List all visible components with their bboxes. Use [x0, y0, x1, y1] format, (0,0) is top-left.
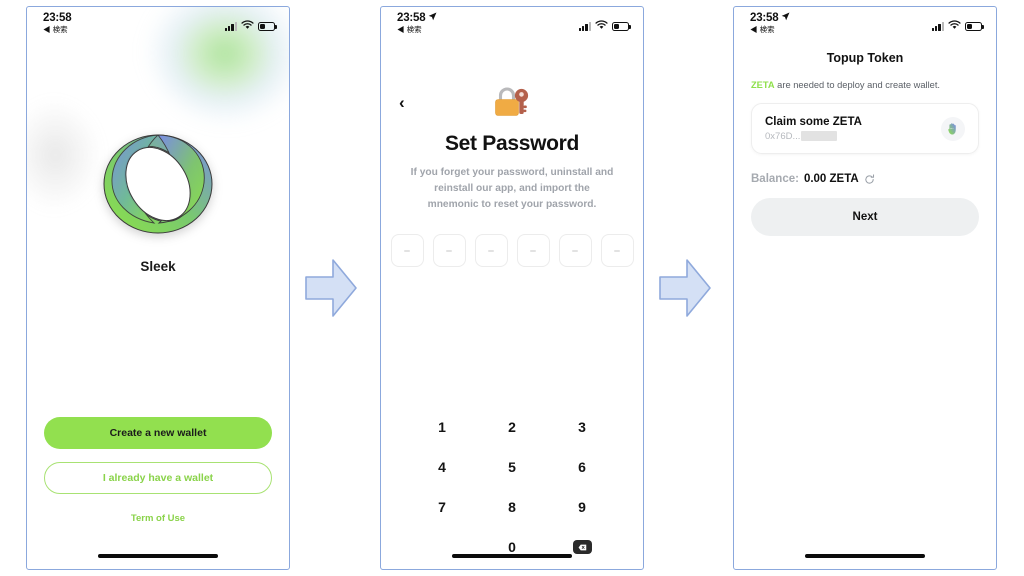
pin-input-row	[381, 234, 643, 268]
keypad-key-7[interactable]: 7	[407, 487, 477, 527]
status-bar: 23:58 ◀ 検索	[27, 7, 289, 41]
pin-placeholder-dash	[530, 249, 536, 252]
status-bar-back-label[interactable]: ◀ 検索	[750, 24, 790, 35]
pin-placeholder-dash	[404, 249, 410, 252]
pin-digit-5[interactable]	[600, 234, 634, 268]
pin-placeholder-dash	[614, 249, 620, 252]
keypad-key-3[interactable]: 3	[547, 407, 617, 447]
claim-card-address-row: 0x76D...	[765, 131, 862, 142]
claim-zeta-card[interactable]: Claim some ZETA 0x76D...	[751, 103, 979, 155]
welcome-actions: Create a new wallet I already have a wal…	[44, 417, 272, 524]
status-bar-left: 23:58 ◀ 検索	[750, 12, 790, 35]
topup-token-body: Topup Token ZETA are needed to deploy an…	[734, 51, 996, 569]
battery-icon	[965, 21, 984, 31]
screen-welcome: 23:58 ◀ 検索 Sleek Create a new wallet I a…	[27, 7, 289, 569]
home-indicator	[805, 554, 925, 558]
battery-icon	[258, 21, 277, 31]
lock-and-key-icon	[381, 83, 643, 126]
wifi-icon	[595, 17, 608, 35]
location-arrow-icon	[428, 12, 437, 24]
welcome-body: Sleek Create a new wallet I already have…	[27, 41, 289, 569]
screen-topup-token: 23:58 ◀ 検索 Topup Token ZETA are needed t…	[734, 7, 996, 569]
back-button[interactable]: ‹	[393, 92, 411, 113]
keypad-key-5[interactable]: 5	[477, 447, 547, 487]
flow-arrow-1	[303, 257, 359, 319]
balance-value: 0.00 ZETA	[803, 173, 859, 186]
chevron-left-icon: ‹	[399, 93, 405, 112]
phone-screen-topup-token: 23:58 ◀ 検索 Topup Token ZETA are needed t…	[733, 6, 997, 570]
pin-digit-1[interactable]	[432, 234, 466, 268]
status-bar-left: 23:58 ◀ 検索	[43, 12, 72, 35]
pin-digit-0[interactable]	[390, 234, 424, 268]
status-bar-time-text: 23:58	[750, 12, 779, 24]
status-bar-clock: 23:58	[397, 12, 437, 24]
set-password-body: ‹ Set Password If you forget your passwo…	[381, 83, 643, 569]
status-bar-time-text: 23:58	[43, 12, 72, 24]
page-title: Topup Token	[826, 51, 904, 65]
refresh-icon[interactable]	[864, 173, 875, 185]
status-bar-right	[931, 17, 984, 35]
keypad-key-delete[interactable]	[547, 527, 617, 567]
status-bar-time-text: 23:58	[397, 12, 426, 24]
status-bar-right	[224, 17, 277, 35]
keypad-key-4[interactable]: 4	[407, 447, 477, 487]
status-bar-back-label[interactable]: ◀ 検索	[397, 24, 437, 35]
terms-of-use-link[interactable]: Term of Use	[44, 513, 272, 524]
next-button[interactable]: Next	[751, 198, 979, 237]
pin-digit-2[interactable]	[474, 234, 508, 268]
import-existing-wallet-button[interactable]: I already have a wallet	[44, 462, 272, 494]
phone-screen-welcome: 23:58 ◀ 検索 Sleek Create a new wallet I a…	[26, 6, 290, 570]
keypad-key-6[interactable]: 6	[547, 447, 617, 487]
create-new-wallet-button[interactable]: Create a new wallet	[44, 417, 272, 449]
app-name: Sleek	[140, 259, 176, 274]
phone-screen-set-password: 23:58 ◀ 検索 ‹ Set Password If you forget …	[380, 6, 644, 570]
numeric-keypad: 1 2 3 4 5 6 7 8 9 0	[407, 407, 617, 567]
status-bar-clock: 23:58	[43, 12, 72, 24]
cellular-bars-icon	[578, 21, 591, 31]
screen-set-password: 23:58 ◀ 検索 ‹ Set Password If you forget …	[381, 7, 643, 569]
pin-digit-3[interactable]	[516, 234, 550, 268]
claim-card-text: Claim some ZETA 0x76D...	[765, 116, 862, 142]
keypad-key-2[interactable]: 2	[477, 407, 547, 447]
keypad-key-8[interactable]: 8	[477, 487, 547, 527]
status-bar: 23:58 ◀ 検索	[381, 7, 643, 41]
battery-icon	[612, 21, 631, 31]
status-bar-left: 23:58 ◀ 検索	[397, 12, 437, 35]
location-arrow-icon	[781, 12, 790, 24]
status-bar-clock: 23:58	[750, 12, 790, 24]
keypad-key-9[interactable]: 9	[547, 487, 617, 527]
claim-card-title: Claim some ZETA	[765, 115, 862, 128]
cellular-bars-icon	[931, 21, 944, 31]
keypad-key-0[interactable]: 0	[477, 527, 547, 567]
raised-hand-icon	[941, 116, 965, 141]
topup-note: ZETA are needed to deploy and create wal…	[751, 79, 979, 92]
home-indicator	[98, 554, 218, 558]
home-indicator	[452, 554, 572, 558]
wifi-icon	[948, 17, 961, 35]
wallet-address: 0x76D...	[765, 130, 801, 142]
pin-placeholder-dash	[572, 249, 578, 252]
backspace-icon	[572, 540, 592, 554]
status-bar-right	[578, 17, 631, 35]
pin-digit-4[interactable]	[558, 234, 592, 268]
cellular-bars-icon	[224, 21, 237, 31]
pin-placeholder-dash	[488, 249, 494, 252]
app-branding: Sleek	[99, 125, 217, 274]
wifi-icon	[241, 17, 254, 35]
zeta-token-label: ZETA	[751, 80, 775, 90]
balance-label: Balance:	[751, 173, 799, 186]
status-bar-back-label[interactable]: ◀ 検索	[43, 24, 71, 35]
address-redaction-block	[801, 131, 838, 142]
status-bar: 23:58 ◀ 検索	[734, 7, 996, 41]
sleek-ring-logo	[103, 134, 213, 234]
balance-row: Balance: 0.00 ZETA	[751, 173, 979, 185]
page-subtitle: If you forget your password, uninstall a…	[410, 167, 614, 210]
keypad-key-1[interactable]: 1	[407, 407, 477, 447]
page-title: Set Password	[444, 132, 580, 155]
topup-note-rest: are needed to deploy and create wallet.	[774, 80, 940, 90]
pin-placeholder-dash	[446, 249, 452, 252]
flow-arrow-2	[657, 257, 713, 319]
flow-board: 23:58 ◀ 検索 Sleek Create a new wallet I a…	[0, 0, 1024, 576]
